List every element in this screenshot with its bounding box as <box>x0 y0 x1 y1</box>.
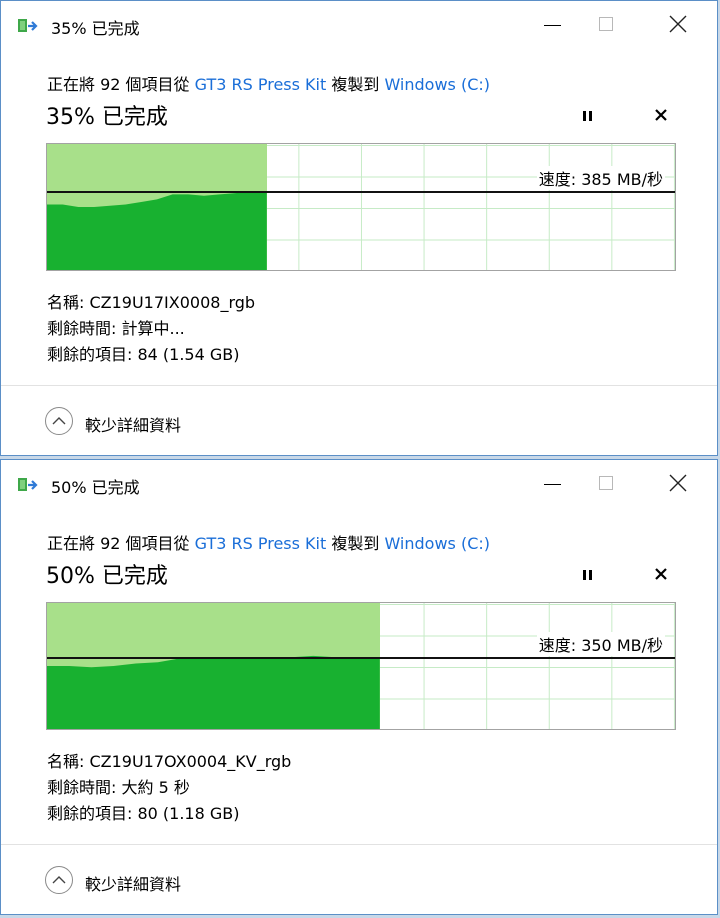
throughput-area <box>47 191 267 270</box>
items-remaining: 剩餘的項目: 84 (1.54 GB) <box>47 345 240 364</box>
copy-middle-text: 複製到 <box>326 534 385 553</box>
close-icon <box>655 109 667 121</box>
pause-button[interactable] <box>573 560 601 588</box>
chevron-up-icon <box>45 407 73 435</box>
file-name: 名稱: CZ19U17IX0008_rgb <box>47 293 256 312</box>
close-icon <box>669 474 687 492</box>
minimize-button[interactable] <box>531 460 577 508</box>
time-remaining: 剩餘時間: 大約 5 秒 <box>47 778 190 797</box>
close-window-button[interactable] <box>655 1 701 49</box>
copy-progress-dialog: 35% 已完成 正在將 92 個項目從 GT3 RS Press Kit 複製到… <box>0 0 718 456</box>
divider <box>1 844 717 845</box>
file-name: 名稱: CZ19U17OX0004_KV_rgb <box>47 752 292 771</box>
speed-graph: 速度: 385 MB/秒 <box>46 143 676 271</box>
copy-prefix-text: 正在將 92 個項目從 <box>47 75 195 94</box>
copy-middle-text: 複製到 <box>326 75 385 94</box>
destination-link[interactable]: Windows (C:) <box>384 534 490 553</box>
copy-progress-dialog: 50% 已完成 正在將 92 個項目從 GT3 RS Press Kit 複製到… <box>0 459 718 915</box>
percent-complete: 50% 已完成 <box>46 564 168 589</box>
window-title: 50% 已完成 <box>51 478 140 497</box>
divider <box>1 385 717 386</box>
current-speed-line <box>47 190 675 193</box>
time-remaining: 剩餘時間: 計算中... <box>47 319 185 338</box>
pause-button[interactable] <box>573 101 601 129</box>
minimize-button[interactable] <box>531 1 577 49</box>
close-icon <box>655 568 667 580</box>
speed-label: 速度: 385 MB/秒 <box>536 165 665 190</box>
source-folder-link[interactable]: GT3 RS Press Kit <box>195 75 327 94</box>
throughput-polygon <box>47 191 267 270</box>
maximize-button[interactable] <box>583 460 629 508</box>
fewer-details-label: 較少詳細資料 <box>85 416 182 435</box>
title-bar[interactable]: 50% 已完成 <box>1 460 717 508</box>
fewer-details-label: 較少詳細資料 <box>85 875 182 894</box>
copy-files-icon <box>18 19 38 32</box>
current-speed-line <box>47 657 675 660</box>
chevron-up-icon <box>45 866 73 894</box>
speed-label: 速度: 350 MB/秒 <box>536 632 665 657</box>
close-icon <box>669 15 687 33</box>
title-bar[interactable]: 35% 已完成 <box>1 1 717 49</box>
cancel-button[interactable] <box>647 101 675 129</box>
items-remaining: 剩餘的項目: 80 (1.18 GB) <box>47 804 240 823</box>
copy-description: 正在將 92 個項目從 GT3 RS Press Kit 複製到 Windows… <box>47 71 490 95</box>
throughput-area <box>47 655 380 729</box>
cancel-button[interactable] <box>647 560 675 588</box>
speed-graph: 速度: 350 MB/秒 <box>46 602 676 730</box>
source-folder-link[interactable]: GT3 RS Press Kit <box>195 534 327 553</box>
maximize-button[interactable] <box>583 1 629 49</box>
copy-prefix-text: 正在將 92 個項目從 <box>47 534 195 553</box>
copy-description: 正在將 92 個項目從 GT3 RS Press Kit 複製到 Windows… <box>47 530 490 554</box>
throughput-polygon <box>47 655 380 729</box>
copy-files-icon <box>18 478 38 491</box>
destination-link[interactable]: Windows (C:) <box>384 75 490 94</box>
window-title: 35% 已完成 <box>51 19 140 38</box>
percent-complete: 35% 已完成 <box>46 105 168 130</box>
close-window-button[interactable] <box>655 460 701 508</box>
